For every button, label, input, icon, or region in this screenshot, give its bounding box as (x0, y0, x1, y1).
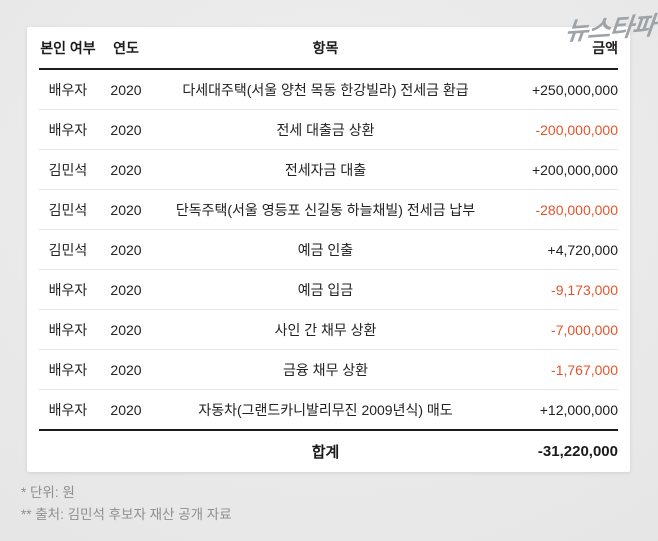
footnote-unit: * 단위: 원 (21, 485, 75, 500)
amount-cell: -7,000,000 (496, 309, 618, 350)
year-cell: 2020 (97, 69, 155, 110)
year-cell: 2020 (97, 309, 155, 350)
footnotes: * 단위: 원 ** 출처: 김민석 후보자 재산 공개 자료 (21, 482, 232, 526)
table-row: 김민석 2020 예금 인출 +4,720,000 (39, 229, 618, 270)
item-cell: 예금 인출 (155, 229, 496, 270)
who-cell: 배우자 (39, 389, 97, 431)
header-year: 연도 (97, 27, 155, 70)
amount-cell: -280,000,000 (496, 189, 618, 230)
item-cell: 금융 채무 상환 (155, 349, 496, 390)
year-cell: 2020 (97, 269, 155, 310)
item-cell: 다세대주택(서울 양천 목동 한강빌라) 전세금 환급 (155, 69, 496, 110)
table-footer: 합계 -31,220,000 (39, 430, 618, 472)
table-row: 배우자 2020 예금 입금 -9,173,000 (39, 269, 618, 310)
table-row: 배우자 2020 금융 채무 상환 -1,767,000 (39, 349, 618, 390)
header-row: 본인 여부 연도 항목 금액 (39, 27, 618, 70)
item-cell: 예금 입금 (155, 269, 496, 310)
year-cell: 2020 (97, 189, 155, 230)
item-cell: 자동차(그랜드카니발리무진 2009년식) 매도 (155, 389, 496, 431)
who-cell: 김민석 (39, 189, 97, 230)
who-cell: 배우자 (39, 269, 97, 310)
year-cell: 2020 (97, 229, 155, 270)
who-cell: 배우자 (39, 69, 97, 110)
amount-cell: +12,000,000 (496, 389, 618, 431)
table-row: 배우자 2020 다세대주택(서울 양천 목동 한강빌라) 전세금 환급 +25… (39, 69, 618, 110)
amount-cell: -1,767,000 (496, 349, 618, 390)
year-cell: 2020 (97, 349, 155, 390)
who-cell: 김민석 (39, 149, 97, 190)
item-cell: 전세 대출금 상환 (155, 109, 496, 150)
year-cell: 2020 (97, 109, 155, 150)
header-who: 본인 여부 (39, 27, 97, 70)
year-cell: 2020 (97, 389, 155, 431)
total-label-cell: 합계 (311, 444, 340, 461)
amount-cell: +250,000,000 (496, 69, 618, 110)
who-cell: 김민석 (39, 229, 97, 270)
amount-cell: -9,173,000 (496, 269, 618, 310)
table-row: 김민석 2020 전세자금 대출 +200,000,000 (39, 149, 618, 190)
item-cell: 전세자금 대출 (155, 149, 496, 190)
newstapa-logo: 뉴스타파 (563, 11, 656, 47)
total-amount-cell: -31,220,000 (537, 443, 618, 460)
table-row: 배우자 2020 자동차(그랜드카니발리무진 2009년식) 매도 +12,00… (39, 389, 618, 431)
item-cell: 사인 간 채무 상환 (155, 309, 496, 350)
total-row: 합계 -31,220,000 (39, 430, 618, 472)
who-cell: 배우자 (39, 309, 97, 350)
year-cell: 2020 (97, 149, 155, 190)
table-header: 본인 여부 연도 항목 금액 (39, 27, 618, 70)
total-empty-cell (39, 430, 97, 472)
amount-cell: +4,720,000 (496, 229, 618, 270)
table-card: 본인 여부 연도 항목 금액 배우자 2020 다세대주택(서울 양천 목동 한… (27, 27, 630, 472)
asset-changes-table: 본인 여부 연도 항목 금액 배우자 2020 다세대주택(서울 양천 목동 한… (39, 27, 618, 472)
amount-cell: -200,000,000 (496, 109, 618, 150)
footnote-source: ** 출처: 김민석 후보자 재산 공개 자료 (21, 507, 232, 522)
infographic-canvas: { "watermark": { "logo_text": "뉴스타파" }, … (0, 0, 658, 541)
total-empty-cell (97, 430, 155, 472)
amount-cell: +200,000,000 (496, 149, 618, 190)
table-row: 배우자 2020 전세 대출금 상환 -200,000,000 (39, 109, 618, 150)
who-cell: 배우자 (39, 109, 97, 150)
table-row: 김민석 2020 단독주택(서울 영등포 신길동 하늘채빌) 전세금 납부 -2… (39, 189, 618, 230)
item-cell: 단독주택(서울 영등포 신길동 하늘채빌) 전세금 납부 (155, 189, 496, 230)
table-row: 배우자 2020 사인 간 채무 상환 -7,000,000 (39, 309, 618, 350)
who-cell: 배우자 (39, 349, 97, 390)
table-body: 배우자 2020 다세대주택(서울 양천 목동 한강빌라) 전세금 환급 +25… (39, 69, 618, 431)
header-item: 항목 (155, 27, 496, 70)
